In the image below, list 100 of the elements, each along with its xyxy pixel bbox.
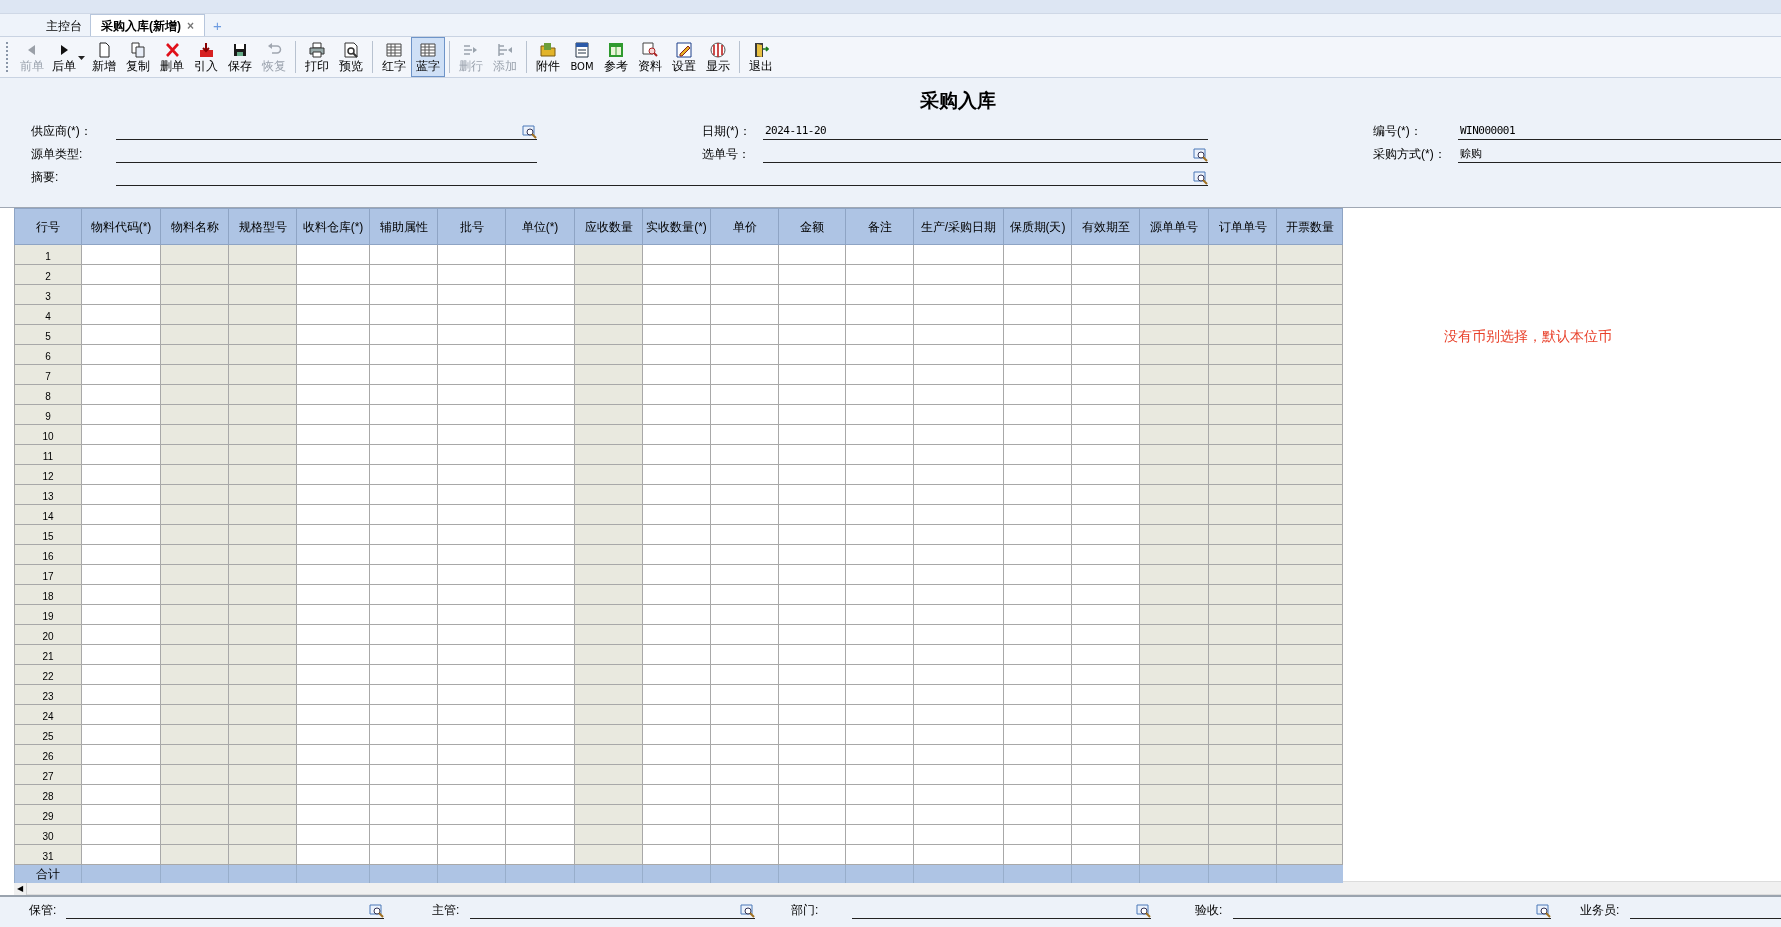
currency-note: 没有币别选择，默认本位币 bbox=[1444, 327, 1612, 346]
row-number: 24 bbox=[14, 704, 82, 725]
row-number: 16 bbox=[14, 544, 82, 565]
row-number: 7 bbox=[14, 364, 82, 385]
field-label: 保管: bbox=[28, 902, 58, 919]
row-number: 11 bbox=[14, 444, 82, 465]
field-label: 摘要: bbox=[30, 169, 60, 186]
toolbar-button[interactable]: 预览 bbox=[334, 37, 368, 77]
input-field[interactable] bbox=[1233, 901, 1551, 919]
lookup-icon[interactable] bbox=[369, 904, 384, 918]
copy-icon bbox=[130, 41, 146, 58]
row-number: 27 bbox=[14, 764, 82, 785]
grid-icon bbox=[420, 41, 436, 58]
column-header[interactable]: 单价 bbox=[710, 208, 779, 245]
search-document-icon bbox=[642, 41, 658, 58]
input-field[interactable] bbox=[470, 901, 755, 919]
input-field[interactable] bbox=[66, 901, 384, 919]
total-label: 合计 bbox=[14, 864, 82, 883]
column-header[interactable]: 生产/采购日期 bbox=[913, 208, 1004, 245]
row-number: 6 bbox=[14, 344, 82, 365]
toolbar-button[interactable]: 参考 bbox=[599, 37, 633, 77]
row-number: 5 bbox=[14, 324, 82, 345]
column-header[interactable]: 辅助属性 bbox=[369, 208, 438, 245]
column-header[interactable]: 源单单号 bbox=[1139, 208, 1209, 245]
field-label: 验收: bbox=[1195, 902, 1224, 919]
row-number: 12 bbox=[14, 464, 82, 485]
toolbar-button[interactable]: BOM bbox=[565, 37, 599, 77]
input-field[interactable] bbox=[116, 122, 537, 140]
tab[interactable]: 采购入库(新增) × bbox=[90, 14, 205, 36]
column-header[interactable]: 批号 bbox=[437, 208, 506, 245]
input-field[interactable] bbox=[763, 145, 1208, 163]
row-number: 31 bbox=[14, 844, 82, 865]
column-header[interactable]: 物料名称 bbox=[160, 208, 229, 245]
input-field[interactable]: 赊购 bbox=[1458, 145, 1781, 163]
column-header[interactable]: 订单单号 bbox=[1208, 208, 1277, 245]
toolbar-button[interactable]: 保存 bbox=[223, 37, 257, 77]
field-label: 源单类型: bbox=[30, 146, 84, 163]
column-header[interactable]: 行号 bbox=[14, 208, 82, 245]
row-number: 13 bbox=[14, 484, 82, 505]
preview-icon bbox=[343, 41, 359, 58]
toolbar-button[interactable]: 附件 bbox=[531, 37, 565, 77]
column-header[interactable]: 有效期至 bbox=[1071, 208, 1140, 245]
column-header[interactable]: 开票数量 bbox=[1276, 208, 1343, 245]
grid-icon bbox=[386, 41, 402, 58]
input-field[interactable]: WIN000001 bbox=[1458, 122, 1781, 140]
caret-icon bbox=[78, 56, 85, 60]
row-number: 22 bbox=[14, 664, 82, 685]
row-number: 25 bbox=[14, 724, 82, 745]
row-number: 8 bbox=[14, 384, 82, 405]
toolbar-button[interactable]: 复制 bbox=[121, 37, 155, 77]
import-icon bbox=[198, 41, 214, 58]
x-icon bbox=[164, 41, 180, 58]
column-header[interactable]: 金额 bbox=[778, 208, 846, 245]
column-header[interactable]: 保质期(天) bbox=[1003, 208, 1072, 245]
toolbar-button[interactable]: 设置 bbox=[667, 37, 701, 77]
folder-icon bbox=[540, 41, 556, 58]
column-header[interactable]: 物料代码(*) bbox=[81, 208, 161, 245]
rows-icon bbox=[497, 41, 513, 58]
row-number: 4 bbox=[14, 304, 82, 325]
row-number: 3 bbox=[14, 284, 82, 305]
lookup-icon[interactable] bbox=[1193, 148, 1208, 162]
toolbar-button[interactable]: 显示 bbox=[701, 37, 735, 77]
toolbar-button[interactable]: 退出 bbox=[744, 37, 778, 77]
input-field[interactable] bbox=[116, 168, 1208, 186]
row-number: 29 bbox=[14, 804, 82, 825]
input-field[interactable]: 2024-11-20 bbox=[763, 122, 1208, 140]
row-number: 14 bbox=[14, 504, 82, 525]
column-header[interactable]: 实收数量(*) bbox=[642, 208, 711, 245]
field-label: 业务员: bbox=[1580, 902, 1621, 919]
toolbar-button[interactable]: 删单 bbox=[155, 37, 189, 77]
lookup-icon[interactable] bbox=[740, 904, 755, 918]
lookup-icon[interactable] bbox=[1193, 171, 1208, 185]
lookup-icon[interactable] bbox=[1136, 904, 1151, 918]
column-header[interactable]: 应收数量 bbox=[574, 208, 643, 245]
toolbar-button[interactable]: 蓝字 bbox=[411, 37, 445, 77]
row-number: 30 bbox=[14, 824, 82, 845]
column-header[interactable]: 收料仓库(*) bbox=[296, 208, 370, 245]
toolbar-button[interactable]: 资料 bbox=[633, 37, 667, 77]
form-title: 采购入库 bbox=[920, 89, 996, 113]
edit-icon bbox=[676, 41, 692, 58]
tab[interactable]: 主控台 bbox=[38, 16, 90, 36]
toolbar-button[interactable]: 后单 bbox=[49, 37, 87, 77]
document-icon bbox=[96, 41, 112, 58]
form-icon bbox=[574, 41, 590, 58]
column-header[interactable]: 备注 bbox=[845, 208, 914, 245]
field-label: 选单号： bbox=[702, 146, 751, 163]
lookup-icon[interactable] bbox=[1536, 904, 1551, 918]
input-field[interactable] bbox=[852, 901, 1151, 919]
row-number: 28 bbox=[14, 784, 82, 805]
toolbar-button[interactable]: 红字 bbox=[377, 37, 411, 77]
lookup-icon[interactable] bbox=[522, 125, 537, 139]
row-number: 18 bbox=[14, 584, 82, 605]
column-header[interactable]: 规格型号 bbox=[228, 208, 297, 245]
row-number: 15 bbox=[14, 524, 82, 545]
row-number: 1 bbox=[14, 244, 82, 265]
toolbar-button[interactable]: 引入 bbox=[189, 37, 223, 77]
column-header[interactable]: 单位(*) bbox=[505, 208, 575, 245]
field-label: 主管: bbox=[432, 902, 461, 919]
toolbar-button[interactable]: 打印 bbox=[300, 37, 334, 77]
toolbar-button[interactable]: 新增 bbox=[87, 37, 121, 77]
